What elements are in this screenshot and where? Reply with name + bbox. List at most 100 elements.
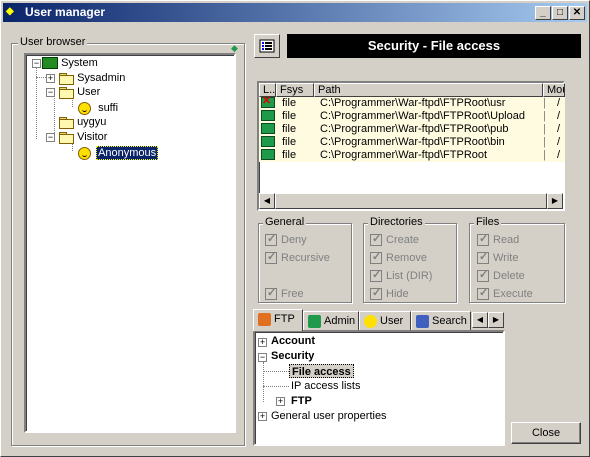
table-row[interactable]: file C:\Programmer\War-ftpd\FTPRoot\usr …: [259, 95, 565, 110]
remove-checkbox[interactable]: Remove: [370, 250, 427, 267]
column-header-fsys[interactable]: Fsys: [276, 83, 314, 97]
tree-node-visitor[interactable]: Visitor: [58, 130, 108, 145]
window-title: User manager: [25, 5, 106, 19]
tab-user-label: User: [380, 315, 404, 327]
access-allowed-icon: [261, 110, 275, 121]
folder-icon: [58, 72, 74, 86]
cell-path: C:\Programmer\War-ftpd\FTPRoot: [320, 149, 488, 161]
scrollbar-thumb[interactable]: [275, 193, 547, 209]
cell-fsys: file: [282, 136, 297, 148]
expand-sysadmin-icon[interactable]: +: [46, 74, 55, 83]
scroll-left-icon[interactable]: ◀: [259, 193, 275, 209]
tree-node-suffi[interactable]: suffi: [78, 101, 118, 115]
user-smiley-icon: [364, 314, 377, 328]
tree-node-file-access[interactable]: File access: [289, 364, 354, 378]
tab-user[interactable]: User: [359, 311, 411, 330]
tree-node-sysadmin[interactable]: Sysadmin: [58, 71, 125, 86]
checkbox-icon: [265, 232, 277, 247]
execute-checkbox[interactable]: Execute: [477, 286, 533, 303]
title-bar[interactable]: ◆ User manager _ □ ✕: [3, 3, 587, 22]
settings-tree[interactable]: + Account − Security File access IP acce…: [253, 330, 505, 446]
remove-label: Remove: [386, 252, 427, 264]
checkbox-icon: [477, 286, 489, 301]
tab-ftp[interactable]: FTP: [253, 309, 303, 331]
tree-node-general-user-properties[interactable]: General user properties: [271, 409, 387, 423]
expand-general-user-properties-icon[interactable]: +: [258, 412, 267, 421]
access-denied-icon: [261, 95, 275, 108]
view-toggle-button[interactable]: [254, 34, 280, 58]
folder-icon: [58, 116, 74, 130]
app-icon: ◆: [6, 6, 14, 17]
table-row[interactable]: file C:\Programmer\War-ftpd\FTPRoot\pub …: [259, 123, 565, 136]
tab-scroll-left-icon[interactable]: ◀: [472, 312, 488, 328]
general-label: General: [263, 216, 307, 228]
read-checkbox[interactable]: Read: [477, 232, 519, 249]
write-label: Write: [493, 252, 519, 264]
tree-node-security[interactable]: Security: [271, 349, 314, 363]
close-window-button[interactable]: ✕: [569, 6, 585, 20]
free-checkbox[interactable]: Free: [265, 286, 304, 303]
tree-node-user[interactable]: User: [58, 85, 100, 100]
table-row[interactable]: file C:\Programmer\War-ftpd\FTPRoot\bin …: [259, 136, 565, 149]
recursive-checkbox[interactable]: Recursive: [265, 250, 330, 267]
checkbox-icon: [370, 232, 382, 247]
cell-sep: |: [543, 136, 546, 148]
cell-sep: |: [543, 123, 546, 135]
horizontal-scrollbar[interactable]: ◀ ▶: [259, 193, 563, 209]
admin-icon: [308, 314, 321, 328]
minimize-button[interactable]: _: [535, 6, 551, 20]
cell-fsys: file: [282, 110, 297, 122]
user-tree[interactable]: − System + Sysadmin − User suffi uygyu −…: [24, 53, 236, 433]
tab-search[interactable]: Search: [411, 311, 471, 330]
write-checkbox[interactable]: Write: [477, 250, 519, 267]
create-checkbox[interactable]: Create: [370, 232, 420, 249]
folder-open-icon: [58, 131, 74, 145]
collapse-system-icon[interactable]: −: [32, 59, 41, 68]
table-row[interactable]: file C:\Programmer\War-ftpd\FTPRoot\Uplo…: [259, 110, 565, 123]
system-icon: [42, 57, 58, 70]
hide-label: Hide: [386, 288, 409, 300]
column-header-path[interactable]: Path: [314, 83, 543, 97]
tab-scroll-right-icon[interactable]: ▶: [488, 312, 504, 328]
cell-mount: /: [557, 123, 561, 135]
create-label: Create: [386, 234, 420, 246]
file-access-list[interactable]: L.. Fsys Path Mou file C:\Programmer\War…: [257, 81, 565, 211]
expand-ftp-icon[interactable]: +: [276, 397, 285, 406]
tab-search-label: Search: [432, 315, 467, 327]
delete-checkbox[interactable]: Delete: [477, 268, 525, 285]
hide-checkbox[interactable]: Hide: [370, 286, 409, 303]
close-button[interactable]: Close: [511, 422, 581, 444]
collapse-visitor-icon[interactable]: −: [46, 133, 55, 142]
cell-sep: |: [543, 149, 546, 161]
tree-node-account[interactable]: Account: [271, 334, 315, 348]
tree-node-suffi-label: suffi: [98, 102, 119, 114]
checkbox-icon: [370, 286, 382, 301]
list-dir-checkbox[interactable]: List (DIR): [370, 268, 432, 285]
collapse-user-icon[interactable]: −: [46, 88, 55, 97]
cell-mount: /: [557, 110, 561, 122]
cell-path: C:\Programmer\War-ftpd\FTPRoot\usr: [320, 97, 506, 109]
tree-node-ip-access-lists[interactable]: IP access lists: [291, 379, 361, 393]
user-manager-window: ◆ User manager _ □ ✕ User browser ◆ − Sy…: [0, 0, 590, 457]
table-row[interactable]: file C:\Programmer\War-ftpd\FTPRoot | /: [259, 149, 565, 162]
tree-node-visitor-label: Visitor: [77, 131, 108, 143]
execute-label: Execute: [493, 288, 533, 300]
expand-account-icon[interactable]: +: [258, 338, 267, 347]
tree-node-anonymous[interactable]: Anonymous: [78, 146, 159, 160]
user-smiley-icon: [78, 146, 91, 160]
cell-mount: /: [557, 149, 561, 161]
scroll-right-icon[interactable]: ▶: [547, 193, 563, 209]
tab-admin[interactable]: Admin: [303, 311, 359, 330]
tree-node-uygyu-label: uygyu: [77, 116, 107, 128]
collapse-security-icon[interactable]: −: [258, 353, 267, 362]
column-header-mount[interactable]: Mou: [543, 83, 565, 97]
maximize-button[interactable]: □: [552, 6, 568, 20]
deny-checkbox[interactable]: Deny: [265, 232, 307, 249]
tree-node-system[interactable]: System: [42, 56, 98, 70]
tree-node-ftp[interactable]: FTP: [291, 394, 312, 408]
search-icon: [416, 314, 429, 328]
checkbox-icon: [265, 286, 277, 301]
tree-node-uygyu[interactable]: uygyu: [58, 115, 107, 130]
deny-label: Deny: [281, 234, 307, 246]
checkbox-icon: [370, 250, 382, 265]
